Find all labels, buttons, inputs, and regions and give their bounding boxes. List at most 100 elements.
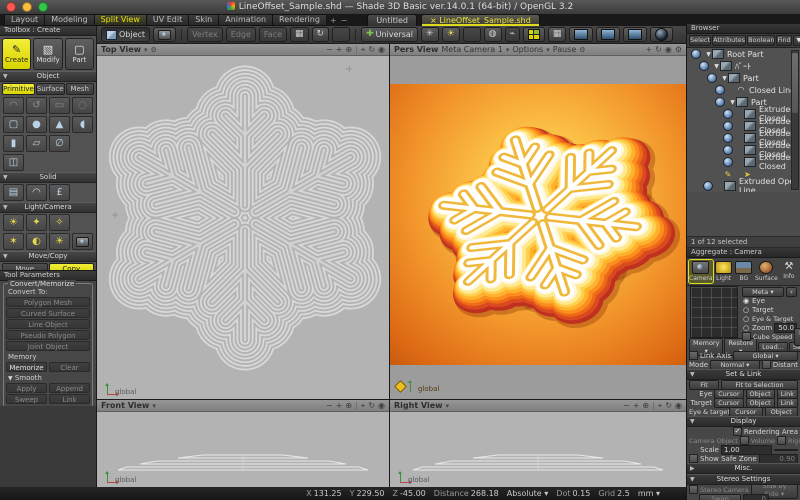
volume-checkbox[interactable] [740,436,749,445]
pause-button[interactable]: Pause [553,45,577,54]
eye-target-radio[interactable]: ○ [742,315,750,323]
right-view-label[interactable]: Right View [394,401,443,410]
close-tab-icon[interactable]: × [430,16,437,25]
doc-tab-untitled[interactable]: Untitled [367,14,417,26]
visibility-ball-icon[interactable] [723,109,733,119]
tree-row-extruded-closed[interactable]: Extruded Closed [687,156,800,168]
meta-extra-dropdown[interactable]: ▾ [786,287,797,297]
pan-icon[interactable]: ⌖ [658,401,663,411]
shaded-view-button[interactable] [569,27,593,42]
swap-button[interactable]: Swap [699,494,741,500]
box-tool-icon[interactable]: ▮ [3,135,24,152]
unit-dropdown[interactable]: mm ▾ [638,489,660,498]
camera-create-tool-icon[interactable] [72,233,93,250]
magnify-icon[interactable]: ◉ [665,45,672,54]
view-menu-icon[interactable]: ▾ [144,46,148,54]
convert-line-object-button[interactable]: Line Object [6,319,90,329]
viewport-pers[interactable]: Pers View Meta Camera 1 ▾ Options ▾ Paus… [390,44,686,399]
cube-speed-dropdown[interactable]: Fix ▾ [794,328,800,346]
pers-view-label[interactable]: Pers View [394,45,438,54]
rotate-tool-button[interactable]: ↻ [312,27,330,42]
textured-view-button[interactable] [596,27,620,42]
tree-row-closed-line[interactable]: ◠ Closed Line [687,84,800,96]
ambient-light-tool-icon[interactable]: ◐ [26,233,47,250]
camera-menu-icon[interactable]: ▾ [506,46,510,54]
tree-row-extruded-open-line[interactable]: Extruded Open Line [687,180,800,192]
wire-grid-button[interactable]: ▦ [548,27,567,42]
visibility-ball-icon[interactable] [723,121,733,131]
stereo-camera-checkbox[interactable] [689,485,698,494]
orbit-icon[interactable]: ↻ [665,401,672,410]
path-tool-button[interactable]: ⌁ [505,27,520,42]
tree-row-root-part[interactable]: ▼ Root Part [687,48,800,60]
orbit-icon[interactable]: ↻ [655,45,662,54]
cylinder-tool-icon[interactable]: ▱ [26,135,47,152]
section-misc[interactable]: ▶Misc. [687,463,800,474]
add-workspace-button[interactable]: + [330,16,337,25]
distant-checkbox[interactable] [762,360,771,369]
mode-dropdown[interactable]: Normal ▾ [710,360,760,370]
edge-mode-button[interactable]: Edge [226,27,256,42]
tab-rendering[interactable]: Rendering [272,14,326,26]
solid-curve-tool-icon[interactable]: ◠ [26,184,47,201]
tab-mesh[interactable]: Mesh [66,83,95,95]
spot-light-tool-icon[interactable]: ✦ [26,214,47,231]
distant-light-tool-icon[interactable]: ✧ [49,214,70,231]
filter-funnel-icon[interactable]: ▼ [793,35,800,46]
aggregate-tab-info[interactable]: ⚒Info [780,260,798,283]
zoom-in-icon[interactable]: + [336,45,343,54]
fit-view-icon[interactable]: ⊕ [642,401,649,410]
viewport-right[interactable]: Right View ▾ − + ⊕ | ⌖ ↻ ◉ global [390,400,686,487]
section-light-camera[interactable]: ▼Light/Camera [0,202,96,213]
flood-light-tool-icon[interactable]: ☀ [49,233,70,250]
visibility-ball-icon[interactable] [723,145,733,155]
visibility-ball-icon[interactable] [723,133,733,143]
object-mode-button[interactable]: Object [101,27,150,42]
browser-scrollbar[interactable] [791,50,799,190]
visibility-ball-icon[interactable] [715,97,725,107]
vertex-mode-button[interactable]: Vertex [187,27,223,42]
link-axis-checkbox[interactable] [689,351,698,360]
gear-icon[interactable]: ⚙ [675,45,682,54]
zoom-in-icon[interactable]: + [336,401,343,410]
append-button[interactable]: Append [49,383,90,393]
visibility-ball-icon[interactable] [699,61,709,71]
clear-button[interactable]: Clear [49,362,90,372]
circle-tool-icon[interactable]: ◌ [72,97,93,114]
orbit-icon[interactable]: ↻ [368,401,375,410]
expander-icon[interactable]: ▼ [705,51,712,58]
eyetarget-cursor-button[interactable]: Cursor [729,407,763,417]
browser-tab-find[interactable]: Find [776,35,791,46]
zoom-in-icon[interactable]: + [645,45,652,54]
view-menu-icon[interactable]: ▾ [152,402,156,410]
render-view-button[interactable] [623,27,647,42]
cone-tool-icon[interactable]: ▲ [49,116,70,133]
options-menu-icon[interactable]: ▾ [546,46,550,54]
expander-icon[interactable]: ▼ [729,99,736,106]
front-view-label[interactable]: Front View [101,401,149,410]
zoom-out-icon[interactable]: − [326,401,333,410]
four-view-layout-button[interactable] [523,27,545,42]
section-set-link[interactable]: ▼Set & Link [687,369,800,380]
aggregate-tab-camera[interactable]: Camera [689,260,713,283]
expander-icon[interactable]: ▼ [713,63,720,70]
blank-tool-button[interactable] [332,27,350,42]
rigid-checkbox[interactable] [777,436,786,445]
curve-tool-icon[interactable]: ◠ [3,97,24,114]
light-tool-button[interactable]: ☀ [442,27,460,42]
gear-icon[interactable]: ⚙ [151,46,157,54]
tab-surface[interactable]: Surface [36,83,65,95]
part-button[interactable]: ▢Part [65,38,94,70]
remove-workspace-button[interactable]: − [341,16,348,25]
sphere-tool-icon[interactable]: ● [26,116,47,133]
magnify-icon[interactable]: ◉ [378,401,385,410]
spline-tool-icon[interactable]: ↺ [26,97,47,114]
tab-animation[interactable]: Animation [218,14,272,26]
camera-preview[interactable] [690,286,738,338]
zoom-out-icon[interactable]: − [623,401,630,410]
browser-tab-boolean[interactable]: Boolean [747,35,775,46]
target-radio[interactable]: ○ [742,306,750,314]
visibility-ball-icon[interactable] [691,49,701,59]
cube-speed-checkbox[interactable] [742,332,751,341]
show-safe-zone-checkbox[interactable] [689,454,698,463]
